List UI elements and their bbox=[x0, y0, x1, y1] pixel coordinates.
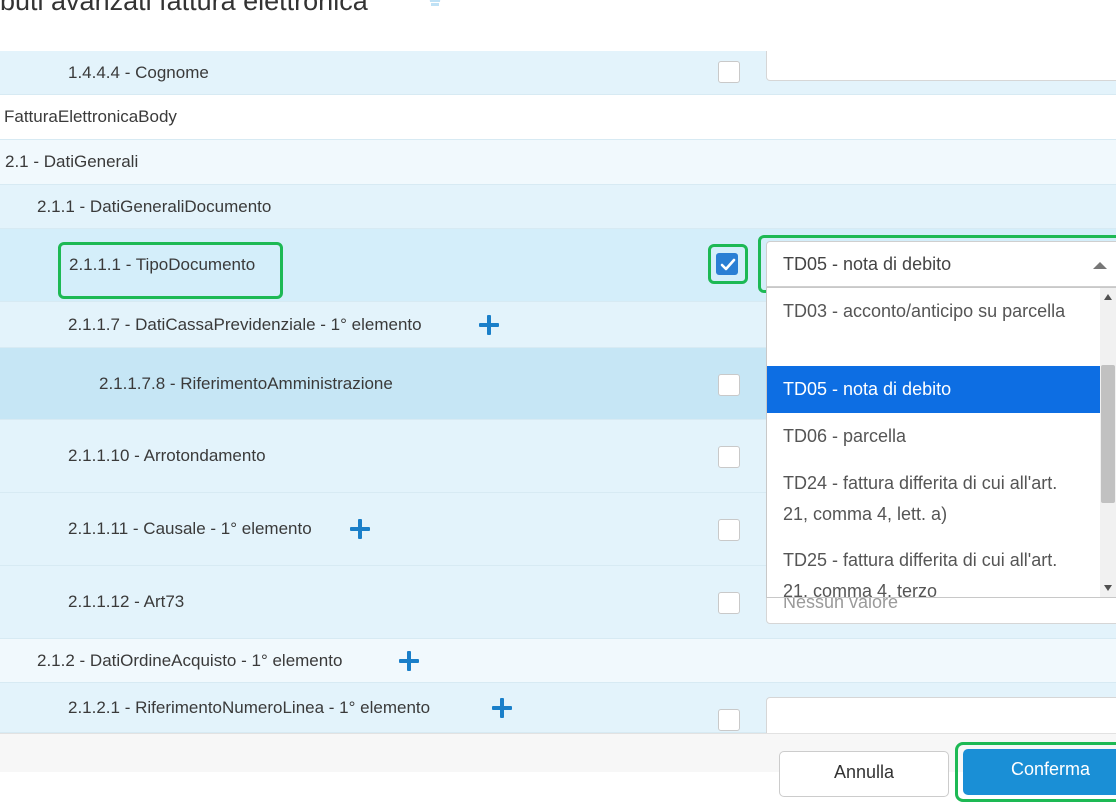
tree-row: FatturaElettronicaBody bbox=[0, 95, 1116, 140]
row-label: 1.4.4.4 - Cognome bbox=[68, 62, 209, 82]
add-element-icon[interactable] bbox=[399, 650, 419, 671]
add-element-icon[interactable] bbox=[492, 697, 512, 718]
dropdown-option[interactable]: TD03 - acconto/anticipo su parcella bbox=[767, 296, 1100, 327]
scroll-down-arrow-icon[interactable] bbox=[1104, 585, 1112, 591]
tree-row: 2.1.1 - DatiGeneraliDocumento bbox=[0, 185, 1116, 229]
dialog-title-bar: ibuti avanzati fattura elettronica bbox=[0, 0, 1116, 50]
row-checkbox[interactable] bbox=[718, 519, 740, 541]
row-label: 2.1.1.10 - Arrotondamento bbox=[68, 446, 266, 465]
row-label: 2.1.1 - DatiGeneraliDocumento bbox=[37, 196, 272, 216]
dropdown-option-selected[interactable]: TD05 - nota di debito bbox=[767, 366, 1100, 413]
tree-row: 1.4.4.4 - Cognome bbox=[0, 51, 1116, 95]
row-label: 2.1.2 - DatiOrdineAcquisto - 1° elemento bbox=[37, 650, 343, 670]
add-element-icon[interactable] bbox=[479, 314, 499, 335]
lightbulb-icon[interactable] bbox=[422, 0, 448, 8]
scrollbar-thumb[interactable] bbox=[1101, 365, 1115, 503]
row-label: 2.1.2.1 - RiferimentoNumeroLinea - 1° el… bbox=[68, 697, 431, 717]
select-value: TD05 - nota di debito bbox=[783, 254, 952, 274]
row-checkbox[interactable] bbox=[718, 61, 740, 83]
highlight-tipo-documento-checkbox bbox=[708, 244, 748, 284]
row-label: 2.1.1.7 - DatiCassaPrevidenziale - 1° el… bbox=[68, 314, 422, 334]
row-label: 2.1.1.12 - Art73 bbox=[68, 592, 185, 611]
dropdown-option[interactable]: TD24 - fattura differita di cui all'art.… bbox=[767, 468, 1100, 530]
tipo-documento-select[interactable]: TD05 - nota di debito bbox=[766, 241, 1116, 287]
tree-row: 2.1.2.1 - RiferimentoNumeroLinea - 1° el… bbox=[0, 683, 1116, 737]
add-element-icon[interactable] bbox=[350, 519, 370, 539]
row-checkbox[interactable] bbox=[718, 374, 740, 396]
row-input[interactable] bbox=[766, 697, 1116, 737]
highlight-tipo-documento-label bbox=[58, 242, 283, 299]
dropdown-scrollbar[interactable] bbox=[1100, 288, 1116, 597]
row-checkbox[interactable] bbox=[718, 592, 740, 614]
tipo-documento-dropdown: TD03 - acconto/anticipo su parcella TD05… bbox=[766, 287, 1116, 598]
highlight-confirm-button bbox=[955, 742, 1116, 802]
chevron-up-icon bbox=[1093, 262, 1107, 269]
row-label: 2.1 - DatiGenerali bbox=[5, 152, 139, 171]
tree-row: 2.1 - DatiGenerali bbox=[0, 140, 1116, 185]
scroll-up-arrow-icon[interactable] bbox=[1104, 294, 1112, 300]
row-label: 2.1.1.11 - Causale - 1° elemento bbox=[68, 519, 312, 538]
tree-row: 2.1.2 - DatiOrdineAcquisto - 1° elemento bbox=[0, 639, 1116, 683]
dropdown-option[interactable]: TD06 - parcella bbox=[767, 421, 1100, 452]
row-input[interactable] bbox=[766, 51, 1116, 81]
row-checkbox[interactable] bbox=[718, 446, 740, 468]
row-checkbox[interactable] bbox=[718, 709, 740, 731]
dialog-title: ibuti avanzati fattura elettronica bbox=[0, 0, 368, 16]
row-label: 2.1.1.7.8 - RiferimentoAmministrazione bbox=[99, 373, 393, 393]
row-label: FatturaElettronicaBody bbox=[4, 107, 177, 126]
cancel-button[interactable]: Annulla bbox=[779, 751, 949, 797]
dropdown-option[interactable]: TD25 - fattura differita di cui all'art.… bbox=[767, 545, 1100, 597]
